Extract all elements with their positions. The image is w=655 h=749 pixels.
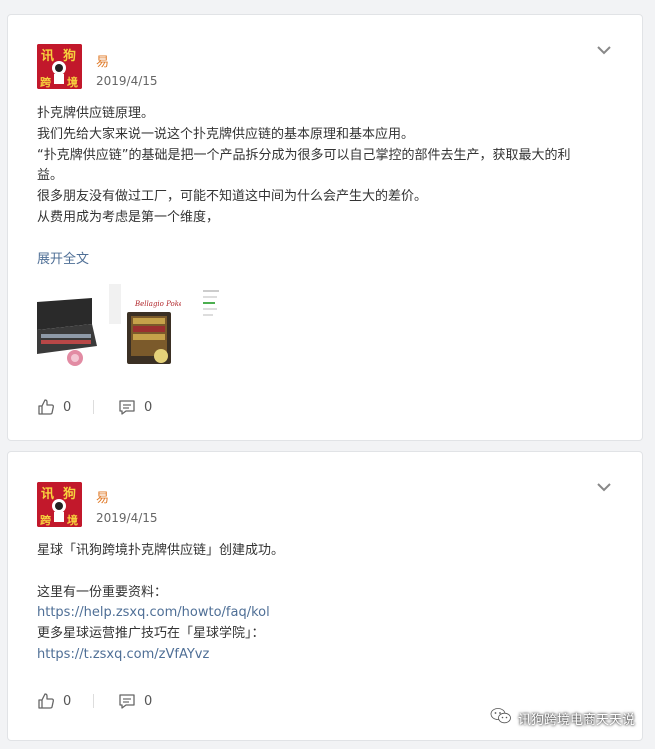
divider: [93, 400, 94, 414]
chevron-down-icon[interactable]: [596, 42, 612, 58]
avatar[interactable]: 讯 狗 跨 境: [37, 44, 82, 89]
post-date: 2019/4/15: [96, 511, 158, 525]
svg-text:跨: 跨: [40, 513, 52, 527]
wechat-icon: [490, 707, 512, 729]
svg-text:境: 境: [67, 513, 78, 527]
thumbs-up-icon: [37, 692, 55, 710]
svg-text:讯: 讯: [41, 487, 54, 502]
like-button[interactable]: 0: [37, 398, 71, 416]
content-line: 益。: [37, 168, 64, 184]
content-line: 扑克牌供应链原理。: [37, 106, 155, 121]
comment-button[interactable]: 0: [118, 398, 152, 416]
like-count: 0: [63, 399, 72, 415]
watermark-text: 讯狗跨境电商天天说: [517, 712, 635, 728]
post-card: 讯 狗 跨 境 易 2019/4/15 星球「讯狗跨境扑克牌供应链」创建成功。 …: [7, 451, 643, 741]
like-button[interactable]: 0: [37, 692, 71, 710]
thumbnail-document[interactable]: [201, 284, 221, 368]
post-content: 扑克牌供应链原理。 我们先给大家来说一说这个扑克牌供应链的基本原理和基本应用。 …: [37, 104, 627, 229]
expand-full-text-link[interactable]: 展开全文: [37, 248, 89, 267]
thumbs-up-icon: [37, 398, 55, 416]
divider: [93, 694, 94, 708]
svg-text:讯: 讯: [41, 49, 54, 64]
post-content: 星球「讯狗跨境扑克牌供应链」创建成功。 这里有一份重要资料： https://h…: [37, 541, 627, 666]
content-line: 星球「讯狗跨境扑克牌供应链」创建成功。: [37, 543, 285, 558]
content-line: 很多朋友没有做过工厂，可能不知道这中间为什么会产生大的差价。: [37, 189, 428, 205]
watermark: 讯狗跨境电商天天说: [490, 707, 635, 729]
comment-icon: [118, 692, 136, 710]
comment-icon: [118, 398, 136, 416]
academy-link[interactable]: https://t.zsxq.com/zVfAYvz: [37, 645, 627, 666]
svg-text:狗: 狗: [63, 48, 76, 64]
comment-count: 0: [144, 399, 153, 415]
chevron-down-icon[interactable]: [596, 479, 612, 495]
comment-count: 0: [144, 693, 153, 709]
like-count: 0: [63, 693, 72, 709]
image-thumbnails: Bellagio Poker: [37, 284, 237, 368]
avatar[interactable]: 讯 狗 跨 境: [37, 482, 82, 527]
author-name[interactable]: 易: [96, 51, 109, 70]
content-line: 更多星球运营推广技巧在「星球学院」：: [37, 626, 265, 642]
post-date: 2019/4/15: [96, 74, 158, 88]
content-line: “扑克牌供应链”的基础是把一个产品拆分成为很多可以自己掌控的部件去生产，获取最大…: [37, 147, 571, 163]
post-card: 讯 狗 跨 境 易 2019/4/15 扑克牌供应链原理。 我们先给大家来说一说…: [7, 14, 643, 441]
thumbnail-poker-case-open[interactable]: [37, 284, 105, 368]
content-line: 从费用成为考虑是第一个维度，: [37, 209, 220, 225]
content-line: 这里有一份重要资料：: [37, 584, 168, 600]
content-line: 我们先给大家来说一说这个扑克牌供应链的基本原理和基本应用。: [37, 126, 415, 142]
svg-text:境: 境: [67, 75, 78, 89]
content-line: [37, 562, 627, 583]
author-name[interactable]: 易: [96, 487, 109, 506]
svg-text:跨: 跨: [40, 75, 52, 89]
kol-faq-link[interactable]: https://help.zsxq.com/howto/faq/kol: [37, 603, 627, 624]
svg-text:狗: 狗: [63, 486, 76, 502]
thumbnail-poker-case-closed[interactable]: Bellagio Poker: [109, 284, 181, 368]
thumbnail-label: Bellagio Poker: [134, 300, 181, 308]
comment-button[interactable]: 0: [118, 692, 152, 710]
